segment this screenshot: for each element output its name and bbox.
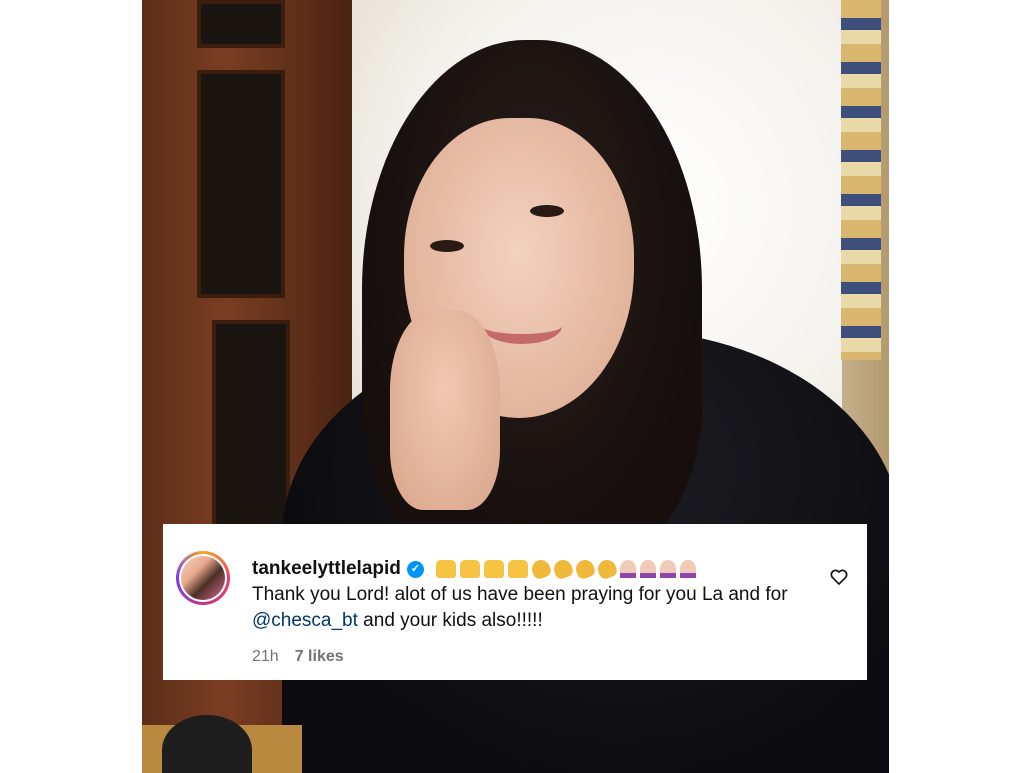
clapping-hands-icon (529, 557, 553, 581)
verified-badge-icon: ✓ (406, 560, 424, 578)
clapping-hands-icon (573, 557, 597, 581)
comment-card: tankeelyttlelapid ✓ Thank you Lord! alot… (163, 524, 867, 680)
avatar-photo (181, 556, 225, 600)
comment-header: tankeelyttlelapid ✓ (252, 556, 812, 582)
comment-text-end: and your kids also!!!!! (357, 610, 543, 631)
reaction-emojis (435, 557, 696, 581)
comment-text-start: Thank you Lord! alot of us have been pra… (252, 584, 788, 605)
comment-timestamp[interactable]: 21h (252, 648, 279, 666)
smile (482, 308, 562, 344)
comment-text: Thank you Lord! alot of us have been pra… (252, 582, 812, 634)
user-avatar[interactable] (176, 551, 230, 605)
username-link[interactable]: tankeelyttlelapid (252, 556, 401, 582)
clapping-hands-icon (595, 557, 619, 581)
door-pane (197, 70, 285, 298)
raising-hands-icon (483, 560, 504, 578)
avatar-ring-gap (179, 554, 227, 602)
raising-hands-icon (459, 560, 480, 578)
folded-hands-icon (619, 560, 636, 578)
raising-hands-icon (435, 560, 456, 578)
comment-meta: 21h 7 likes (252, 648, 344, 666)
raising-hands-icon (507, 560, 528, 578)
folded-hands-icon (639, 560, 656, 578)
door-pane (197, 0, 285, 48)
left-eye (430, 240, 464, 252)
decor-tile-strip (841, 0, 881, 360)
folded-hands-icon (679, 560, 696, 578)
likes-count-link[interactable]: 7 likes (295, 648, 344, 666)
comment-body: tankeelyttlelapid ✓ Thank you Lord! alot… (252, 556, 812, 634)
door-pane (212, 320, 290, 528)
like-heart-icon[interactable] (829, 567, 849, 587)
hand (390, 310, 500, 510)
mention-link[interactable]: @chesca_bt (252, 610, 358, 631)
clapping-hands-icon (551, 557, 575, 581)
folded-hands-icon (659, 560, 676, 578)
right-eye (530, 205, 564, 217)
